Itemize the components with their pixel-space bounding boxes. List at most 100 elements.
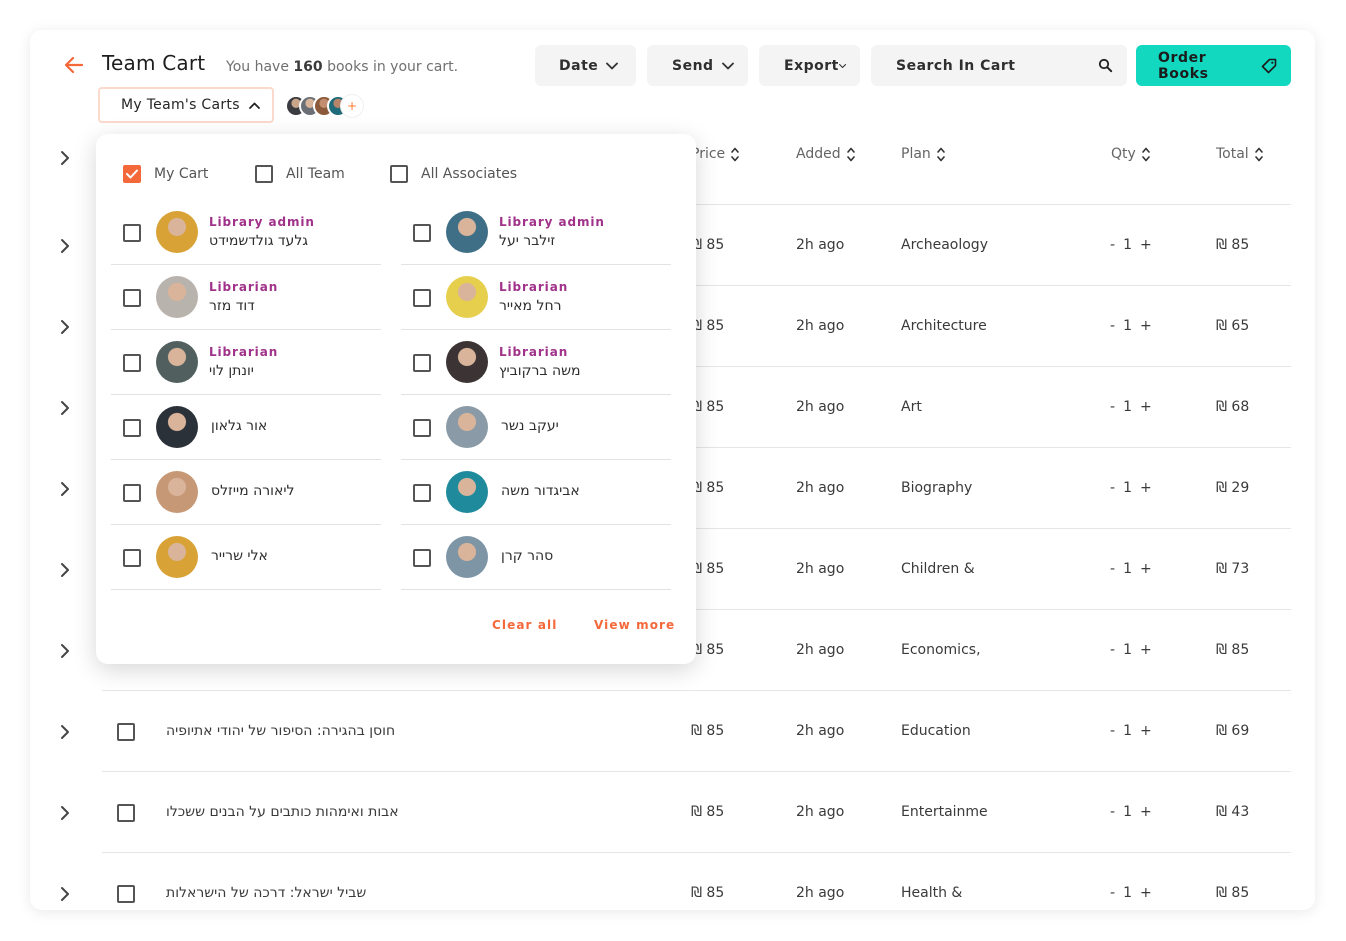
avatar <box>156 406 198 448</box>
filter-checkbox[interactable] <box>255 165 273 183</box>
row-checkbox[interactable] <box>117 723 135 741</box>
header-expander-icon[interactable] <box>58 150 72 166</box>
column-plan[interactable]: Plan <box>901 146 945 162</box>
member-item[interactable]: סהר קרן <box>401 525 671 590</box>
chevron-right-icon[interactable] <box>58 643 72 659</box>
date-dropdown[interactable]: Date <box>535 45 636 86</box>
chevron-down-icon <box>838 63 846 68</box>
chevron-right-icon[interactable] <box>58 562 72 578</box>
chevron-right-icon[interactable] <box>58 400 72 416</box>
member-checkbox[interactable] <box>413 224 431 242</box>
export-dropdown[interactable]: Export <box>759 45 860 86</box>
team-carts-dropdown[interactable]: My Team's Carts <box>98 87 274 123</box>
filter-checkbox[interactable] <box>123 165 141 183</box>
member-checkbox[interactable] <box>123 224 141 242</box>
member-checkbox[interactable] <box>413 289 431 307</box>
qty-decrease-button[interactable]: - <box>1110 642 1115 658</box>
member-item[interactable]: Librarian רחל מאייר <box>401 265 671 330</box>
member-item[interactable]: Librarian משה ברקוביץ <box>401 330 671 395</box>
member-item[interactable]: ליאורה מייזלס <box>111 460 381 525</box>
member-role: Librarian <box>209 345 279 359</box>
back-button[interactable] <box>58 49 90 81</box>
column-qty[interactable]: Qty <box>1111 146 1150 162</box>
member-checkbox[interactable] <box>413 549 431 567</box>
qty-decrease-button[interactable]: - <box>1110 318 1115 334</box>
search-input[interactable] <box>871 45 1091 86</box>
qty-decrease-button[interactable]: - <box>1110 561 1115 577</box>
search-icon[interactable] <box>1098 58 1113 73</box>
chevron-right-icon[interactable] <box>58 724 72 740</box>
member-checkbox[interactable] <box>123 289 141 307</box>
member-checkbox[interactable] <box>123 419 141 437</box>
team-avatars[interactable]: + <box>285 95 363 117</box>
chevron-right-icon[interactable] <box>58 805 72 821</box>
added-cell: 2h ago <box>796 561 845 577</box>
filter-checkbox[interactable] <box>390 165 408 183</box>
member-item[interactable]: Librarian דוד מזר <box>111 265 381 330</box>
member-checkbox[interactable] <box>123 484 141 502</box>
qty-decrease-button[interactable]: - <box>1110 885 1115 901</box>
qty-increase-button[interactable]: + <box>1140 561 1152 577</box>
qty-decrease-button[interactable]: - <box>1110 399 1115 415</box>
member-item[interactable]: Library admin זילבר יעל <box>401 200 671 265</box>
clear-all-button[interactable]: Clear all <box>492 618 557 632</box>
filter-option[interactable]: All Associates <box>390 165 517 183</box>
qty-decrease-button[interactable]: - <box>1110 804 1115 820</box>
qty-decrease-button[interactable]: - <box>1110 723 1115 739</box>
qty-decrease-button[interactable]: - <box>1110 480 1115 496</box>
member-name: סהר קרן <box>501 548 554 564</box>
column-price[interactable]: Price <box>691 146 739 162</box>
send-label: Send <box>672 57 714 74</box>
qty-increase-button[interactable]: + <box>1140 885 1152 901</box>
qty-increase-button[interactable]: + <box>1140 399 1152 415</box>
member-checkbox[interactable] <box>123 549 141 567</box>
chevron-right-icon[interactable] <box>58 319 72 335</box>
total-cell: ₪ 85 <box>1216 642 1250 658</box>
qty-decrease-button[interactable]: - <box>1110 237 1115 253</box>
qty-increase-button[interactable]: + <box>1140 237 1152 253</box>
member-checkbox[interactable] <box>413 354 431 372</box>
added-cell: 2h ago <box>796 804 845 820</box>
row-checkbox[interactable] <box>117 804 135 822</box>
order-books-button[interactable]: Order Books <box>1136 45 1291 86</box>
filter-option[interactable]: My Cart <box>123 165 208 183</box>
table-row: שביל ישראל: דרכה של הישראלות ₪ 85 2h ago He… <box>0 853 1346 934</box>
filter-option[interactable]: All Team <box>255 165 345 183</box>
column-added[interactable]: Added <box>796 146 855 162</box>
view-more-button[interactable]: View more <box>594 618 675 632</box>
sort-icon <box>936 147 945 161</box>
quantity-stepper: -1 + <box>1110 318 1152 334</box>
member-checkbox[interactable] <box>123 354 141 372</box>
member-role: Library admin <box>499 215 605 229</box>
qty-increase-button[interactable]: + <box>1140 642 1152 658</box>
row-checkbox[interactable] <box>117 885 135 903</box>
member-item[interactable]: אלי שרייר <box>111 525 381 590</box>
member-item[interactable]: Librarian יונתן לוי <box>111 330 381 395</box>
total-cell: ₪ 68 <box>1216 399 1250 415</box>
chevron-right-icon[interactable] <box>58 481 72 497</box>
qty-value: 1 <box>1123 642 1132 658</box>
member-name: רחל מאייר <box>499 298 562 314</box>
plan-cell: Architecture <box>901 318 987 334</box>
qty-increase-button[interactable]: + <box>1140 804 1152 820</box>
quantity-stepper: -1 + <box>1110 399 1152 415</box>
more-avatars-badge[interactable]: + <box>341 95 363 117</box>
search-box <box>871 45 1127 86</box>
qty-increase-button[interactable]: + <box>1140 318 1152 334</box>
plan-cell: Health & <box>901 885 963 901</box>
send-dropdown[interactable]: Send <box>647 45 748 86</box>
added-cell: 2h ago <box>796 237 845 253</box>
member-checkbox[interactable] <box>413 484 431 502</box>
member-item[interactable]: Library admin גלעד גולדשמידט <box>111 200 381 265</box>
member-item[interactable]: אביגדור משה <box>401 460 671 525</box>
column-total[interactable]: Total <box>1216 146 1263 162</box>
qty-increase-button[interactable]: + <box>1140 723 1152 739</box>
chevron-right-icon[interactable] <box>58 886 72 902</box>
member-checkbox[interactable] <box>413 419 431 437</box>
chevron-right-icon[interactable] <box>58 238 72 254</box>
column-total-label: Total <box>1216 146 1249 162</box>
avatar <box>156 276 198 318</box>
qty-increase-button[interactable]: + <box>1140 480 1152 496</box>
member-item[interactable]: אור גלאון <box>111 395 381 460</box>
member-item[interactable]: יעקב נשר <box>401 395 671 460</box>
